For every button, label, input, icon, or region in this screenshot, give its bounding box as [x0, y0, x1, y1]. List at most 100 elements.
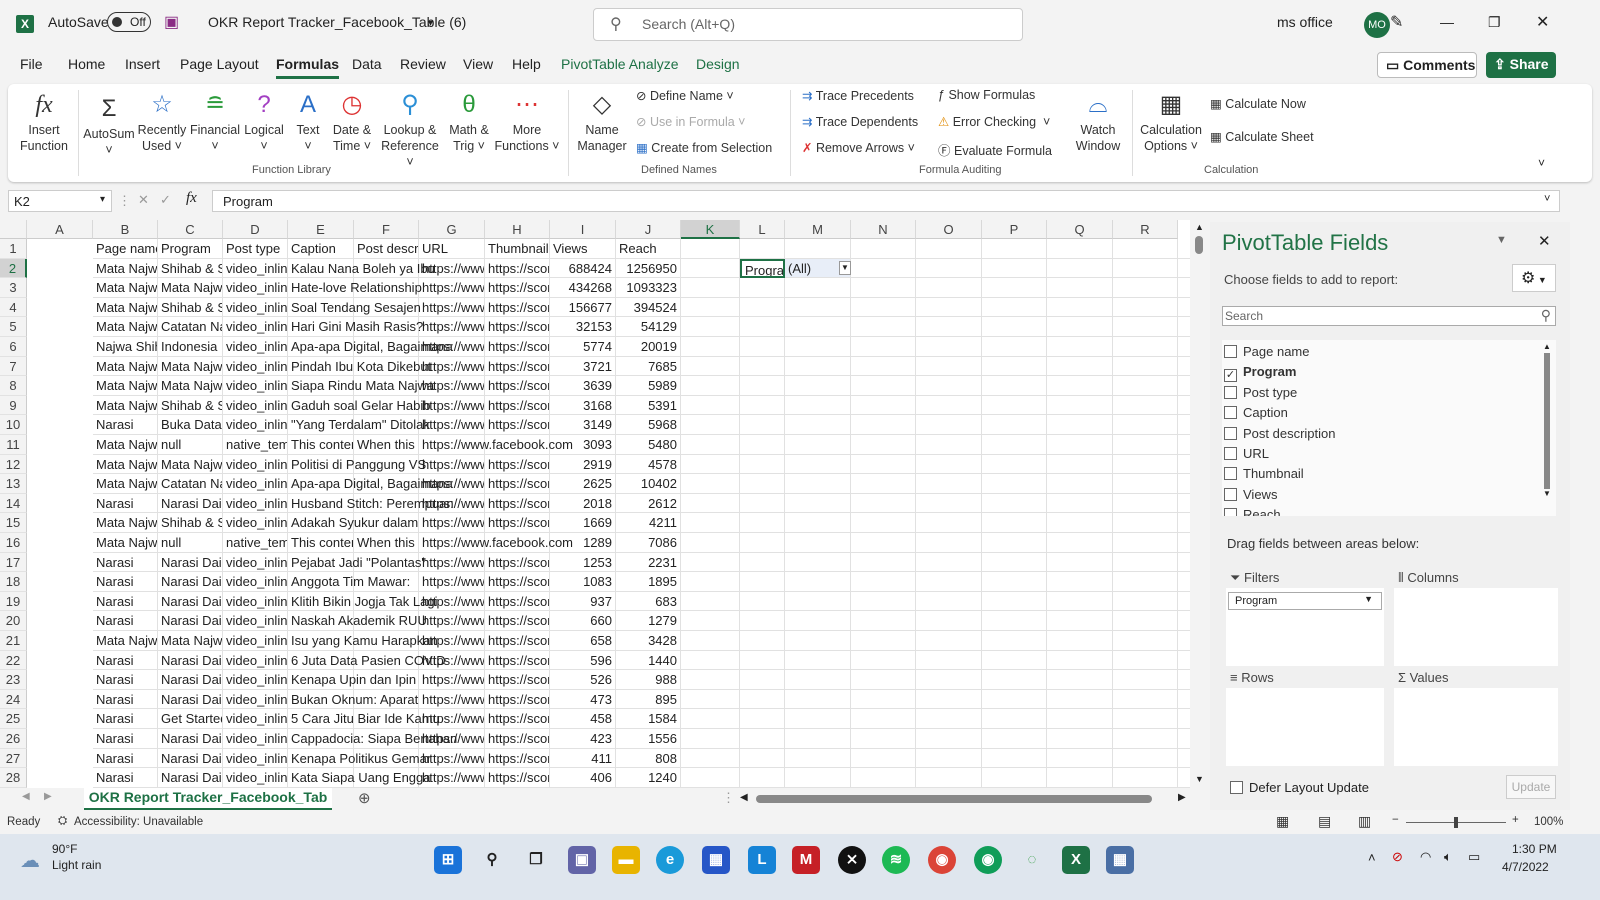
windows-start-icon[interactable]: ⊞ [434, 846, 462, 874]
cell[interactable] [851, 611, 916, 631]
pen-icon[interactable]: ✎ [1390, 12, 1403, 32]
cell[interactable] [740, 415, 785, 435]
cell[interactable] [851, 376, 916, 396]
cell[interactable] [851, 278, 916, 298]
cell[interactable]: Narasi Daily [158, 552, 223, 573]
cancel-icon[interactable]: ✕ [138, 192, 149, 208]
cell[interactable]: video_inline [223, 748, 288, 769]
cell[interactable] [1113, 454, 1178, 475]
cell[interactable] [1113, 474, 1178, 494]
cell[interactable]: Hate-love Relationship [288, 278, 422, 298]
tab-insert[interactable]: Insert [125, 56, 160, 72]
cell[interactable] [1113, 493, 1178, 514]
cell[interactable] [851, 317, 916, 337]
cell[interactable] [785, 297, 851, 318]
cell[interactable] [916, 297, 982, 318]
cell[interactable] [851, 552, 916, 573]
cell[interactable]: Mata Najwa [158, 454, 223, 475]
cell[interactable]: Mata Najwa [93, 376, 158, 396]
cell[interactable] [1178, 631, 1190, 651]
cell[interactable] [740, 493, 785, 514]
column-header-C[interactable]: C [158, 220, 223, 239]
column-header-N[interactable]: N [851, 220, 916, 239]
cell[interactable]: https://scontent [485, 278, 550, 298]
cell[interactable] [1178, 572, 1190, 592]
worksheet-grid[interactable]: A B C D E F G H I J K L M N O P Q R 1 Page name Program Post … [0, 220, 1190, 788]
checkbox[interactable] [1224, 508, 1237, 516]
cell[interactable] [1047, 513, 1113, 533]
cell[interactable] [785, 689, 851, 710]
cell[interactable] [740, 650, 785, 671]
cell[interactable] [740, 297, 785, 318]
cell[interactable]: https://scontent [485, 493, 550, 514]
cell[interactable] [851, 337, 916, 357]
cell[interactable]: 458 [550, 709, 616, 729]
pane-options-chevron-icon[interactable]: ▼ [1496, 234, 1507, 246]
cell[interactable] [740, 533, 785, 553]
battery-icon[interactable]: ▭ [1468, 849, 1480, 865]
cell[interactable]: 4578 [616, 454, 681, 475]
trace-precedents-button[interactable]: ⇉ Trace Precedents [802, 88, 914, 103]
cell[interactable] [851, 513, 916, 533]
weather-temp[interactable]: 90°F [52, 842, 77, 856]
add-sheet-icon[interactable]: ⊕ [358, 789, 371, 807]
cell[interactable]: 1440 [616, 650, 681, 671]
cell[interactable] [1113, 356, 1178, 377]
cell[interactable]: https://scontent [485, 591, 550, 612]
cell[interactable]: 3149 [550, 415, 616, 435]
cell[interactable]: 5391 [616, 395, 681, 416]
cell[interactable]: 2919 [550, 454, 616, 475]
cell[interactable] [740, 474, 785, 494]
cell[interactable] [1178, 435, 1190, 455]
column-title-cell[interactable]: Post descr [354, 239, 419, 259]
cell[interactable]: Kalau Nana Boleh ya Ibu [288, 258, 435, 279]
financial-button[interactable]: ≘ Financial ˅ [188, 88, 242, 154]
zoom-in-icon[interactable]: + [1512, 814, 1519, 826]
more-functions-button[interactable]: ⋯ More Functions ˅ [494, 88, 560, 154]
date-time-button[interactable]: ◷ Date & Time ˅ [328, 88, 376, 154]
cell[interactable] [982, 768, 1047, 788]
cell[interactable]: 596 [550, 650, 616, 671]
cell[interactable] [1047, 533, 1113, 553]
cell[interactable] [916, 317, 982, 337]
cell[interactable]: https://www [419, 317, 485, 337]
cell[interactable]: null [158, 435, 223, 455]
cell[interactable] [851, 689, 916, 710]
cell[interactable]: 1253 [550, 552, 616, 573]
cell[interactable] [1047, 376, 1113, 396]
cell[interactable]: https://scontent [485, 552, 550, 573]
cell[interactable]: Narasi [93, 729, 158, 749]
cell[interactable]: https://scontent [485, 395, 550, 416]
column-header-A[interactable]: A [27, 220, 93, 239]
cell[interactable]: Mata Najwa [93, 395, 158, 416]
cell[interactable] [1113, 729, 1178, 749]
sheet-tab[interactable]: OKR Report Tracker_Facebook_Tab [84, 788, 332, 810]
cell[interactable] [1047, 611, 1113, 631]
cell[interactable] [1113, 395, 1178, 416]
cell[interactable]: 3721 [550, 356, 616, 377]
cell[interactable] [785, 317, 851, 337]
cell[interactable] [982, 513, 1047, 533]
cell[interactable]: 2018 [550, 493, 616, 514]
cell[interactable] [785, 631, 851, 651]
cell[interactable] [1047, 239, 1113, 259]
mcafee-icon[interactable]: M [792, 846, 820, 874]
name-manager-button[interactable]: ◇ Name Manager [574, 88, 630, 154]
row-header[interactable]: 18 [0, 572, 27, 592]
row-header[interactable]: 6 [0, 337, 27, 357]
cell[interactable] [1113, 552, 1178, 573]
cell[interactable] [1047, 454, 1113, 475]
cell[interactable] [1047, 474, 1113, 494]
vertical-scrollbar[interactable]: ▲ ▼ [1190, 220, 1210, 788]
cell[interactable]: 1669 [550, 513, 616, 533]
checkbox[interactable]: ✓ [1224, 369, 1237, 383]
scroll-up-icon[interactable]: ▲ [1195, 222, 1204, 232]
cell[interactable] [785, 356, 851, 377]
cell[interactable] [785, 239, 851, 259]
cell[interactable] [1047, 591, 1113, 612]
column-header-H[interactable]: H [485, 220, 550, 239]
cell[interactable] [785, 474, 851, 494]
cell[interactable]: 1240 [616, 768, 681, 788]
cell[interactable] [916, 709, 982, 729]
cell[interactable]: "Yang Terdalam" Ditolak [288, 415, 430, 435]
